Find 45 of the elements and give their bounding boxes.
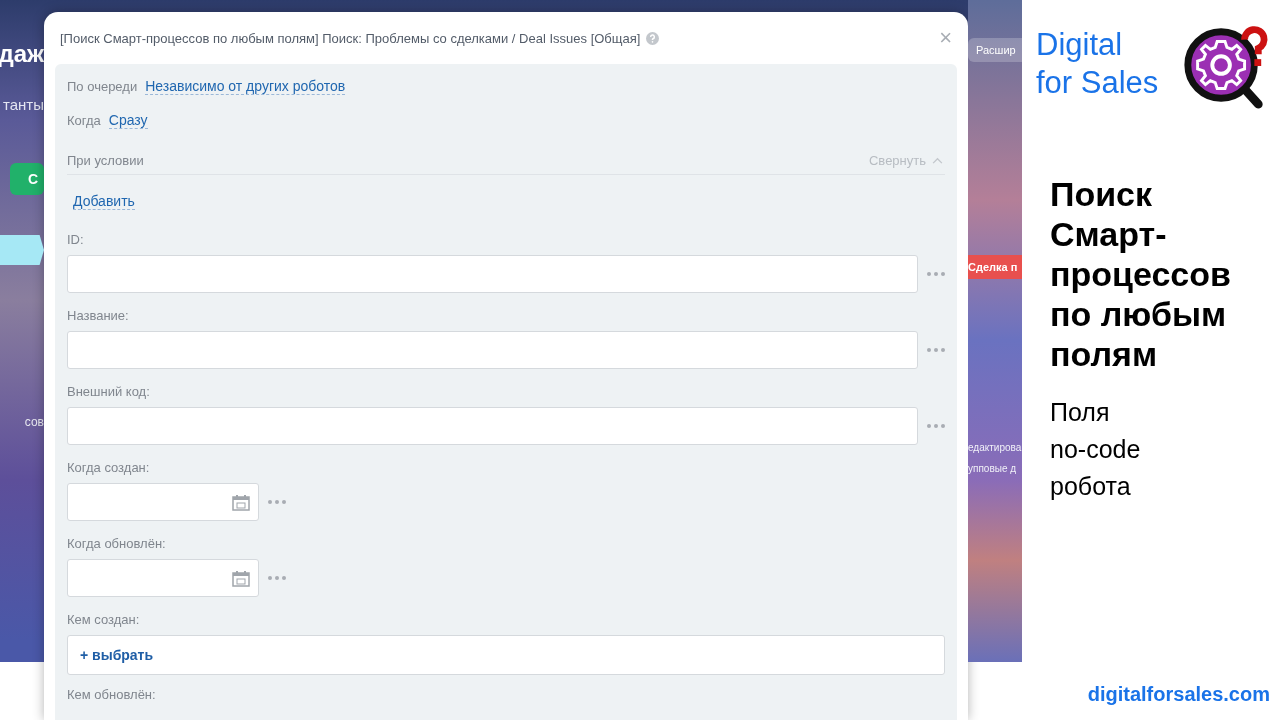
- setting-label: Когда: [67, 113, 101, 128]
- more-icon[interactable]: [268, 500, 286, 504]
- dialog-title: [Поиск Смарт-процессов по любым полям] Поиск: Проблемы со сделками / Deal Issues [Общая]: [60, 30, 641, 46]
- tab-label[interactable]: танты: [3, 96, 44, 113]
- help-icon[interactable]: [646, 31, 660, 45]
- menu-item[interactable]: едактирова: [968, 442, 1022, 453]
- field-label: Кем обновлён:: [67, 687, 157, 704]
- condition-label: При условии: [67, 152, 144, 168]
- calendar-icon[interactable]: [232, 569, 250, 587]
- setting-link[interactable]: Независимо от других роботов: [145, 78, 346, 95]
- select-link[interactable]: + выбрать: [80, 647, 154, 663]
- menu-item[interactable]: упповые д: [968, 463, 1022, 474]
- chevron-up-icon[interactable]: [932, 156, 943, 164]
- create-button[interactable]: С: [9, 163, 44, 195]
- deal-tag[interactable]: Сделка п: [968, 255, 1022, 279]
- setting-link[interactable]: Сразу: [108, 112, 148, 129]
- field-label: Кем создан:: [67, 612, 141, 629]
- input-field[interactable]: [67, 255, 918, 293]
- menu-item[interactable]: сов: [24, 415, 44, 429]
- date-field[interactable]: [67, 483, 259, 521]
- field-label: Название:: [67, 308, 130, 325]
- date-field[interactable]: [67, 559, 259, 597]
- website-link[interactable]: digitalforsales.com: [1087, 683, 1270, 706]
- promo-heading: Поиск Смарт-процессов по любым полям: [1050, 174, 1232, 374]
- input-field[interactable]: [67, 331, 918, 369]
- field-label: ID:: [67, 232, 85, 249]
- setting-label: По очереди: [67, 79, 138, 94]
- add-link[interactable]: Добавить: [73, 193, 135, 210]
- promo-subtitle: робота: [1050, 471, 1132, 502]
- stage-tab[interactable]: [0, 235, 44, 265]
- promo-subtitle: Поля: [1050, 397, 1111, 428]
- more-icon[interactable]: [927, 424, 945, 428]
- brand-name: for Sales: [1036, 64, 1159, 102]
- field-label: Когда создан:: [67, 460, 151, 477]
- input-field[interactable]: [67, 407, 918, 445]
- expand-button[interactable]: Расшир: [968, 38, 1022, 62]
- more-icon[interactable]: [927, 272, 945, 276]
- field-label: Когда обновлён:: [67, 536, 167, 553]
- close-button[interactable]: ×: [939, 27, 952, 49]
- more-icon[interactable]: [927, 348, 945, 352]
- brand-name: Digital: [1036, 26, 1124, 64]
- more-icon[interactable]: [268, 576, 286, 580]
- promo-subtitle: no-code: [1050, 434, 1142, 465]
- calendar-icon[interactable]: [232, 493, 250, 511]
- field-label: Внешний код:: [67, 384, 151, 401]
